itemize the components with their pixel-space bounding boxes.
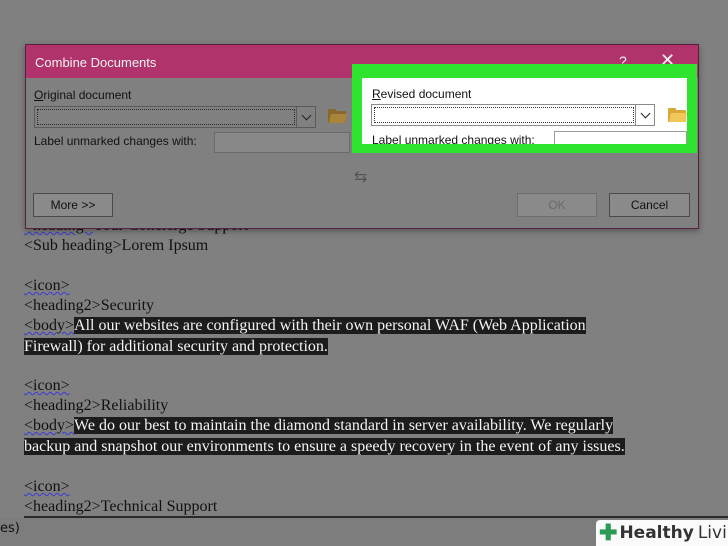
revised-unmarked-label: Label unmarked changes with: — [372, 133, 535, 144]
doc-tag: <heading2> — [24, 297, 101, 314]
revised-document-combobox[interactable] — [371, 104, 655, 126]
doc-text: Reliability — [100, 397, 169, 414]
dropdown-button[interactable] — [635, 105, 654, 125]
swap-documents-icon[interactable]: ⇆ — [354, 167, 367, 186]
label-text: evised document — [380, 87, 472, 101]
doc-selected-text: Firewall) for additional security and pr… — [24, 338, 328, 355]
doc-line-icon: <icon> — [24, 376, 70, 396]
original-unmarked-label: Label unmarked changes with: — [34, 134, 197, 148]
doc-line-heading2: <heading2>Technical Support — [24, 497, 217, 517]
doc-tag: <heading2> — [24, 498, 101, 515]
doc-tag: <body> — [24, 417, 75, 434]
chevron-down-icon — [301, 110, 311, 120]
doc-text: Lorem Ipsum — [121, 237, 209, 254]
doc-selected-text: All our websites are configured with the… — [74, 317, 586, 334]
ok-button[interactable]: OK — [517, 193, 597, 217]
doc-line-body: <body>All our websites are configured wi… — [24, 316, 586, 336]
revised-document-highlight: Revised document Label unmarked changes … — [352, 64, 697, 153]
doc-selected-text: backup and snapshot our environments to … — [24, 438, 625, 455]
chevron-down-icon — [640, 108, 650, 118]
status-text: es) — [0, 521, 20, 536]
doc-line-body-cont: backup and snapshot our environments to … — [24, 437, 625, 457]
doc-line-body-cont: Firewall) for additional security and pr… — [24, 337, 328, 357]
doc-tag: <heading2> — [24, 397, 101, 414]
access-key: R — [372, 87, 381, 101]
revised-unmarked-input[interactable] — [554, 131, 687, 144]
watermark-brand-b: Living — [697, 523, 728, 543]
doc-tag: <body> — [24, 317, 75, 334]
doc-line-body: <body>We do our best to maintain the dia… — [24, 416, 614, 436]
doc-line-icon: <icon> — [24, 477, 70, 497]
doc-line-icon: <icon> — [24, 276, 70, 296]
doc-tag: <icon> — [24, 277, 70, 294]
plus-icon: ✚ — [599, 520, 618, 545]
doc-tag: <icon> — [24, 377, 70, 394]
original-unmarked-input[interactable] — [214, 132, 350, 153]
dialog-title: Combine Documents — [35, 55, 157, 70]
original-document-combobox[interactable] — [34, 106, 316, 128]
access-key: O — [34, 88, 44, 102]
combobox-value — [374, 107, 634, 123]
browse-folder-icon[interactable] — [328, 109, 347, 123]
revised-document-section: Revised document Label unmarked changes … — [362, 78, 687, 144]
doc-tag: <Sub heading> — [24, 237, 122, 254]
browse-folder-icon[interactable] — [668, 108, 687, 122]
combobox-value — [37, 109, 295, 125]
doc-line-heading2: <heading2>Security — [24, 296, 154, 316]
doc-line-subheading: <Sub heading>Lorem Ipsum — [24, 236, 208, 256]
label-text: riginal document — [43, 88, 132, 102]
doc-selected-text: We do our best to maintain the diamond s… — [74, 417, 614, 434]
watermark-logo: ✚ Healthy Living — [596, 520, 728, 546]
revised-document-label: Revised document — [372, 87, 471, 101]
doc-text: Security — [100, 297, 155, 314]
watermark-brand-a: Healthy — [619, 523, 694, 543]
doc-tag: <icon> — [24, 478, 70, 495]
more-button[interactable]: More >> — [33, 193, 113, 217]
original-document-label: Original document — [34, 88, 131, 102]
dropdown-button[interactable] — [296, 107, 315, 127]
cancel-button[interactable]: Cancel — [609, 193, 690, 217]
doc-line-heading2: <heading2>Reliability — [24, 396, 168, 416]
doc-text: Technical Support — [100, 498, 218, 515]
